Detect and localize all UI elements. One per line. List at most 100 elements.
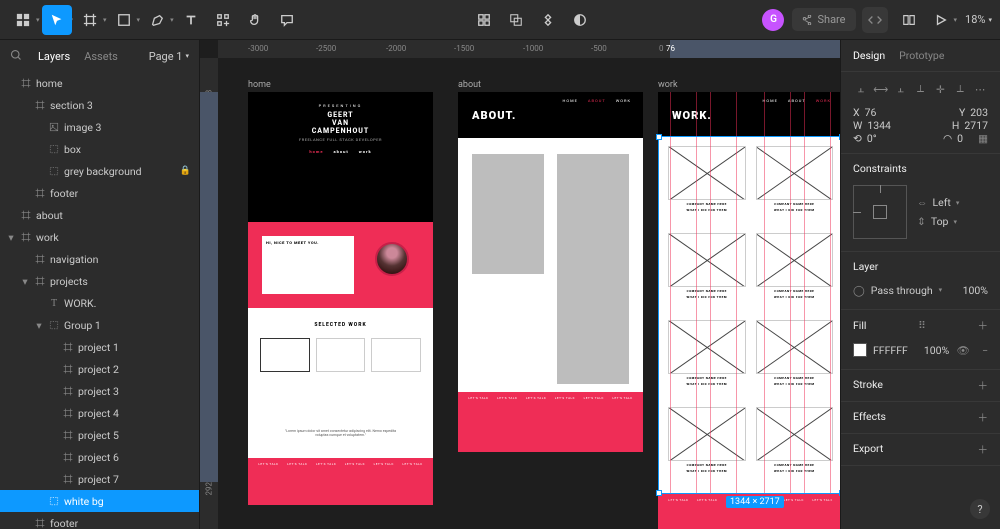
remove-fill-button[interactable]: − xyxy=(982,344,988,357)
zoom-level[interactable]: 18%▾ xyxy=(965,13,992,26)
width-input[interactable]: 1344 xyxy=(867,119,891,132)
align-hcenter-icon: ⟷ xyxy=(873,80,889,98)
tab-design[interactable]: Design xyxy=(853,49,885,62)
move-tool-button[interactable] xyxy=(42,5,72,35)
canvas-stage[interactable]: home PRESENTING GEERT VAN CAMPENHOUT FRE… xyxy=(218,58,840,529)
hand-tool-button[interactable] xyxy=(240,5,270,35)
mask-tool-button[interactable] xyxy=(501,5,531,35)
component-tool-button[interactable] xyxy=(469,5,499,35)
layer-opacity-input[interactable]: 100% xyxy=(963,284,988,297)
stroke-title: Stroke xyxy=(853,378,883,393)
pen-tool-button[interactable] xyxy=(142,5,172,35)
layer-row[interactable]: project 4 xyxy=(0,402,199,424)
selection-dimensions: 1344 × 2717 xyxy=(726,496,784,508)
layer-row[interactable]: box xyxy=(0,138,199,160)
independent-corners-icon[interactable]: ▦ xyxy=(978,132,988,145)
vertical-ruler: 20350010001500200025002920 xyxy=(200,58,218,529)
dev-mode-button[interactable] xyxy=(862,7,888,33)
layer-row[interactable]: project 5 xyxy=(0,424,199,446)
main-menu-button[interactable] xyxy=(8,5,38,35)
constraints-title: Constraints xyxy=(853,162,988,175)
align-bottom-icon: ⟂ xyxy=(952,80,968,98)
layer-row[interactable]: grey background🔒 xyxy=(0,160,199,182)
fill-opacity-input[interactable]: 100% xyxy=(924,344,949,357)
constraints-widget[interactable] xyxy=(853,185,907,239)
layer-row[interactable]: image 3 xyxy=(0,116,199,138)
frame-home[interactable]: PRESENTING GEERT VAN CAMPENHOUT FREELANC… xyxy=(248,92,433,505)
search-icon[interactable] xyxy=(10,49,24,64)
fill-hex-input[interactable]: FFFFFF xyxy=(873,344,908,357)
layer-row[interactable]: section 3 xyxy=(0,94,199,116)
align-vcenter-icon: ✛ xyxy=(932,80,948,98)
frame-tool-button[interactable] xyxy=(75,5,105,35)
layers-list: homesection 3image 3boxgrey background🔒f… xyxy=(0,72,199,529)
text-tool-button[interactable] xyxy=(176,5,206,35)
add-fill-button[interactable]: ＋ xyxy=(977,318,988,333)
constraint-h-select[interactable]: ⇔Left▾ xyxy=(917,196,959,209)
horizontal-ruler: -3000-2500-2000-1500-1000-50005001000761… xyxy=(218,40,840,58)
layer-row[interactable]: white bg xyxy=(0,490,199,512)
right-panel: Design Prototype ⫠⟷⫠ ⟂✛⟂ ⋯ X76 Y203 W134… xyxy=(840,40,1000,529)
fill-swatch[interactable] xyxy=(853,343,867,357)
layer-row[interactable]: project 6 xyxy=(0,446,199,468)
blend-mode-select[interactable]: Pass through xyxy=(871,284,933,297)
layer-row[interactable]: TWORK. xyxy=(0,292,199,314)
visibility-icon[interactable]: 👁 xyxy=(957,344,970,357)
layer-row[interactable]: ▾Group 1 xyxy=(0,314,199,336)
add-export-button[interactable]: ＋ xyxy=(978,442,989,457)
pos-x-input[interactable]: 76 xyxy=(865,106,877,119)
selection-outline xyxy=(658,136,840,494)
add-stroke-button[interactable]: ＋ xyxy=(978,378,989,393)
frame-label-about[interactable]: about xyxy=(458,80,481,90)
tab-prototype[interactable]: Prototype xyxy=(899,49,944,62)
resources-button[interactable] xyxy=(208,5,238,35)
constraint-v-select[interactable]: ⇕Top▾ xyxy=(917,215,959,228)
layer-row[interactable]: footer xyxy=(0,182,199,204)
shape-tool-button[interactable] xyxy=(109,5,139,35)
user-avatar[interactable]: G xyxy=(762,9,784,31)
layer-row[interactable]: project 2 xyxy=(0,358,199,380)
radius-input[interactable]: 0 xyxy=(957,132,963,145)
layer-row[interactable]: ▾work xyxy=(0,226,199,248)
frame-label-work[interactable]: work xyxy=(658,80,678,90)
avatar-image xyxy=(375,242,409,276)
frame-about[interactable]: HOMEABOUTWORK ABOUT. LET'S TALKLET'S TAL… xyxy=(458,92,643,452)
export-title: Export xyxy=(853,442,883,457)
comment-tool-button[interactable] xyxy=(272,5,302,35)
share-button[interactable]: Share xyxy=(792,8,855,31)
fill-title: Fill xyxy=(853,319,866,332)
layer-section-title: Layer xyxy=(853,260,988,273)
library-button[interactable] xyxy=(894,5,924,35)
canvas[interactable]: -3000-2500-2000-1500-1000-50005001000761… xyxy=(200,40,840,529)
layer-row[interactable]: project 3 xyxy=(0,380,199,402)
hero: PRESENTING GEERT VAN CAMPENHOUT FREELANC… xyxy=(248,92,433,155)
tab-layers[interactable]: Layers xyxy=(38,50,70,63)
tab-assets[interactable]: Assets xyxy=(84,50,118,63)
toolbar: ▾ ▾ ▾ ▾ ▾ G Share ▾ 18%▾ xyxy=(0,0,1000,40)
rotate-icon: ⟲ xyxy=(853,132,862,145)
fill-styles-icon[interactable]: ⠿ xyxy=(918,319,926,332)
layer-row[interactable]: ▾projects xyxy=(0,270,199,292)
present-button[interactable] xyxy=(926,5,956,35)
layer-row[interactable]: project 1 xyxy=(0,336,199,358)
align-left-icon: ⫠ xyxy=(853,80,869,98)
layer-row[interactable]: navigation xyxy=(0,248,199,270)
height-input[interactable]: 2717 xyxy=(964,119,988,132)
layer-row[interactable]: project 7 xyxy=(0,468,199,490)
rotation-input[interactable]: 0° xyxy=(867,132,877,145)
help-button[interactable]: ? xyxy=(970,499,990,519)
align-tools[interactable]: ⫠⟷⫠ ⟂✛⟂ ⋯ xyxy=(853,80,988,98)
layer-row[interactable]: about xyxy=(0,204,199,226)
layer-row[interactable]: home xyxy=(0,72,199,94)
align-top-icon: ⟂ xyxy=(913,80,929,98)
page-selector[interactable]: Page 1▾ xyxy=(149,50,189,63)
more-align-icon: ⋯ xyxy=(972,80,988,98)
pos-y-input[interactable]: 203 xyxy=(970,106,988,119)
mini-nav: home about work xyxy=(248,150,433,155)
layer-row[interactable]: footer xyxy=(0,512,199,529)
add-effect-button[interactable]: ＋ xyxy=(978,410,989,425)
boolean-tool-button[interactable] xyxy=(533,5,563,35)
frame-label-home[interactable]: home xyxy=(248,80,271,90)
left-panel: Layers Assets Page 1▾ homesection 3image… xyxy=(0,40,200,529)
dark-mode-button[interactable] xyxy=(565,5,595,35)
